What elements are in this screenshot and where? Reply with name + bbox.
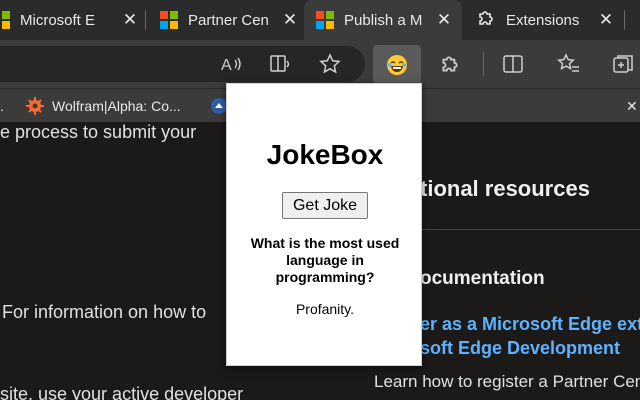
microsoft-logo-icon <box>316 11 334 29</box>
page-text-line: For information on how to <box>2 302 207 322</box>
collections-icon[interactable] <box>612 52 636 76</box>
jokebox-extension-button[interactable] <box>373 45 421 85</box>
toolbar-divider <box>483 52 484 76</box>
svg-text:A: A <box>221 57 232 74</box>
tab-strip: Microsoft E ✕ Partner Cen ✕ Publish a M … <box>0 0 640 40</box>
tab-microsoft-edge[interactable]: Microsoft E ✕ <box>0 0 140 40</box>
tab-publish[interactable]: Publish a M ✕ <box>304 0 462 40</box>
close-icon[interactable]: ✕ <box>596 10 616 30</box>
close-icon[interactable]: ✕ <box>120 10 140 30</box>
favorites-overflow-dot: . <box>0 98 4 114</box>
favorite-wolfram[interactable]: Wolfram|Alpha: Co... <box>26 89 181 123</box>
jokebox-extension-icon <box>387 55 407 75</box>
split-screen-icon[interactable] <box>501 52 525 76</box>
extensions-icon[interactable] <box>438 52 462 76</box>
page-text-line: e process to submit your <box>0 122 197 142</box>
close-icon[interactable]: ✕ <box>280 10 300 30</box>
tab-title: Extensions <box>506 11 580 29</box>
close-icon[interactable]: ✕ <box>434 10 454 30</box>
tab-partner-center[interactable]: Partner Cen ✕ <box>160 0 300 40</box>
browser-window: Microsoft E ✕ Partner Cen ✕ Publish a M … <box>0 0 640 400</box>
popup-title: JokeBox <box>266 139 384 170</box>
doc-link[interactable]: er as a Microsoft Edge exte <box>420 314 640 335</box>
address-bar[interactable] <box>0 46 365 82</box>
favorite-star-icon[interactable] <box>318 52 342 76</box>
favorite-label: Wolfram|Alpha: Co... <box>52 98 181 114</box>
documentation-heading: ocumentation <box>420 268 545 289</box>
wolfram-icon <box>26 97 44 115</box>
page-text-line: site, use your active developer <box>0 384 244 400</box>
tab-title: Partner Cen <box>188 11 269 29</box>
microsoft-logo-icon <box>160 11 178 29</box>
tab-title: Microsoft E <box>20 11 96 29</box>
immersive-reader-icon[interactable] <box>269 52 293 76</box>
jokebox-popup: JokeBox Get Joke What is the most used l… <box>226 83 422 366</box>
get-joke-button[interactable]: Get Joke <box>282 192 368 219</box>
doc-link[interactable]: soft Edge Development <box>420 338 620 359</box>
doc-description: Learn how to register a Partner Cen <box>374 372 640 391</box>
joke-question: What is the most used language in progra… <box>250 235 400 285</box>
favorites-close-icon[interactable]: ✕ <box>626 89 638 123</box>
joke-answer: Profanity. <box>295 301 355 317</box>
tab-divider <box>624 10 625 30</box>
toolbar: A <box>0 40 640 88</box>
tab-extensions[interactable]: Extensions ✕ <box>476 0 616 40</box>
favorites-icon[interactable] <box>557 52 581 76</box>
tab-divider <box>145 10 146 30</box>
puzzle-icon <box>476 8 496 32</box>
tab-title: Publish a M <box>344 11 423 29</box>
read-aloud-icon[interactable]: A <box>219 52 243 76</box>
resources-heading: tional resources <box>420 176 590 201</box>
microsoft-logo-icon <box>0 11 10 29</box>
